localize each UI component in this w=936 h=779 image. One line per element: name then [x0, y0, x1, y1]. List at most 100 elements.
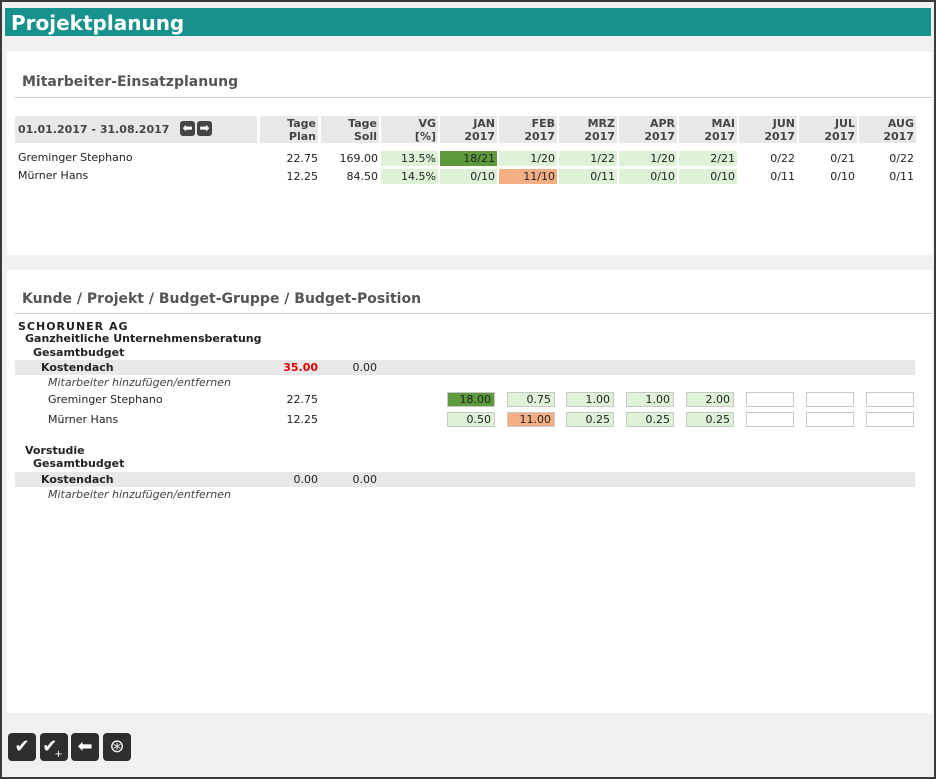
col-header-soll: Tage Soll	[321, 116, 379, 143]
month-cell: 11/10	[499, 169, 557, 184]
header-line: JUL	[834, 117, 855, 130]
budget-position-value: 35.00	[283, 361, 318, 374]
header-line: [%]	[414, 130, 436, 143]
budget-position-used: 0.00	[352, 473, 378, 486]
prev-period-button[interactable]: ⬅	[180, 121, 195, 136]
header-line: AUG	[887, 117, 914, 130]
month-cell: 0/10	[619, 169, 677, 184]
header-line: Soll	[353, 130, 377, 143]
staffing-section-title: Mitarbeiter-Einsatzplanung	[22, 74, 239, 90]
save-button[interactable]: ✔	[8, 733, 36, 761]
save-add-button[interactable]: ✔+	[40, 733, 68, 761]
month-cell: 0/22	[889, 152, 914, 165]
divider	[15, 97, 932, 98]
arrow-right-icon: ➡	[199, 121, 210, 135]
col-header-mai: MAI 2017	[679, 116, 737, 143]
header-line: 2017	[524, 130, 555, 143]
month-cell: 0/10	[679, 169, 737, 184]
col-header-plan: Tage Plan	[260, 116, 318, 143]
col-header-feb: FEB 2017	[499, 116, 557, 143]
arrow-left-icon: ⬅	[77, 736, 93, 757]
add-remove-employee-link[interactable]: Mitarbeiter hinzufügen/entfernen	[48, 376, 231, 389]
month-input[interactable]	[866, 412, 914, 427]
add-remove-employee-link[interactable]: Mitarbeiter hinzufügen/entfernen	[48, 488, 231, 501]
back-button[interactable]: ⬅	[71, 733, 99, 761]
date-range: 01.01.2017 - 31.08.2017	[18, 123, 170, 136]
header-line: 2017	[883, 130, 914, 143]
header-line: FEB	[531, 117, 555, 130]
date-range-header: 01.01.2017 - 31.08.2017	[15, 116, 257, 143]
month-input[interactable]: 1.00	[626, 392, 674, 407]
header-line: APR	[649, 117, 675, 130]
target-days: 84.50	[346, 170, 379, 183]
header-line: Tage	[348, 117, 377, 130]
month-cell: 1/22	[559, 151, 617, 166]
month-cell: 1/20	[619, 151, 677, 166]
header-line: Plan	[288, 130, 316, 143]
employee-name: Mürner Hans	[48, 413, 119, 426]
lifebuoy-icon: ⊛	[109, 736, 125, 757]
col-header-apr: APR 2017	[619, 116, 677, 143]
month-input[interactable]: 1.00	[566, 392, 614, 407]
header-line: 2017	[764, 130, 795, 143]
header-line: MRZ	[587, 117, 615, 130]
vg-percent: 14.5%	[381, 169, 438, 184]
header-line: JUN	[772, 117, 795, 130]
col-header-jul: JUL 2017	[799, 116, 857, 143]
col-header-mrz: MRZ 2017	[559, 116, 617, 143]
month-input[interactable]	[746, 392, 794, 407]
title-bar: Projektplanung	[5, 8, 931, 36]
month-input[interactable]: 2.00	[686, 392, 734, 407]
month-cell: 2/21	[679, 151, 737, 166]
month-cell: 0/11	[559, 169, 617, 184]
month-cell: 0/11	[770, 170, 795, 183]
month-cell: 1/20	[499, 151, 557, 166]
col-header-aug: AUG 2017	[859, 116, 916, 143]
month-input[interactable]: 0.25	[686, 412, 734, 427]
month-cell: 0/21	[830, 152, 855, 165]
project-name: Vorstudie	[25, 444, 85, 457]
budget-position-row	[15, 360, 915, 375]
target-days: 169.00	[339, 152, 379, 165]
help-button[interactable]: ⊛	[103, 733, 131, 761]
month-cell: 0/22	[770, 152, 795, 165]
plan-days: 12.25	[286, 170, 319, 183]
project-name: Ganzheitliche Unternehmensberatung	[25, 332, 262, 345]
month-input[interactable]	[806, 392, 854, 407]
header-line: VG	[418, 117, 436, 130]
header-line: 2017	[704, 130, 735, 143]
month-input[interactable]: 0.75	[507, 392, 555, 407]
plan-days: 22.75	[286, 393, 319, 406]
month-cell: 0/10	[440, 169, 497, 184]
month-input[interactable]	[746, 412, 794, 427]
col-header-jan: JAN 2017	[440, 116, 497, 143]
budget-group: Gesamtbudget	[33, 346, 125, 359]
month-input[interactable]	[806, 412, 854, 427]
arrow-left-icon: ⬅	[182, 121, 193, 135]
month-input[interactable]	[866, 392, 914, 407]
month-cell: 0/10	[830, 170, 855, 183]
budget-group: Gesamtbudget	[33, 457, 125, 470]
check-plus-icon: ✔+	[42, 736, 63, 760]
header-line: 2017	[584, 130, 615, 143]
budget-position-label: Kostendach	[41, 361, 114, 374]
header-line: JAN	[473, 117, 495, 130]
month-input[interactable]: 0.25	[566, 412, 614, 427]
month-input[interactable]: 0.25	[626, 412, 674, 427]
plan-days: 12.25	[286, 413, 319, 426]
header-line: MAI	[711, 117, 735, 130]
month-input[interactable]: 11.00	[507, 412, 555, 427]
budget-position-label: Kostendach	[41, 473, 114, 486]
employee-name: Greminger Stephano	[18, 151, 133, 164]
header-line: Tage	[287, 117, 316, 130]
header-line: 2017	[644, 130, 675, 143]
employee-name: Mürner Hans	[18, 169, 89, 182]
vg-percent: 13.5%	[381, 151, 438, 166]
budget-position-used: 0.00	[352, 361, 378, 374]
page-title: Projektplanung	[11, 11, 185, 35]
month-cell: 18/21	[440, 151, 497, 166]
month-input[interactable]: 0.50	[447, 412, 495, 427]
month-cell: 0/11	[889, 170, 914, 183]
next-period-button[interactable]: ➡	[197, 121, 212, 136]
month-input[interactable]: 18.00	[447, 392, 495, 407]
